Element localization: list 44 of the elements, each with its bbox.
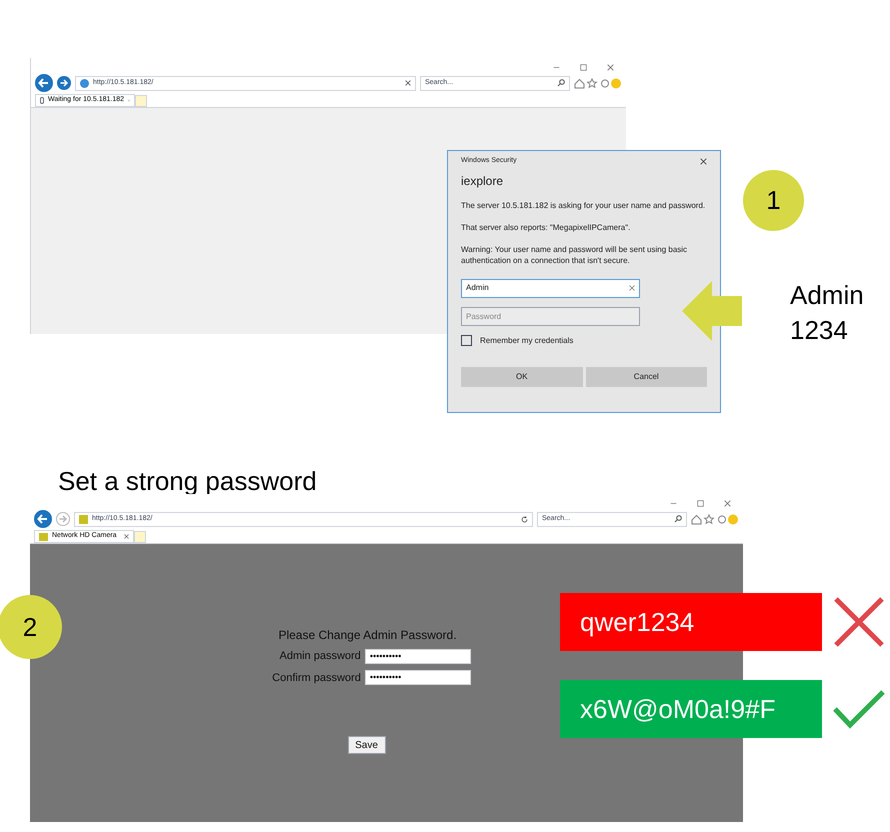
field-label: Confirm password <box>272 670 361 686</box>
credential-text: 1234 <box>790 314 849 347</box>
save-button[interactable]: Save <box>348 736 386 754</box>
username-field[interactable]: Admin <box>461 278 640 298</box>
refresh-icon[interactable] <box>521 516 528 522</box>
page-icon <box>80 78 89 88</box>
cross-icon <box>832 595 886 649</box>
form-title: Please Change Admin Password. <box>278 627 457 644</box>
field-label: Admin password <box>278 649 361 664</box>
checkbox-label: Remember my credentials <box>480 334 574 346</box>
forward-icon[interactable] <box>57 76 71 90</box>
credential-text: Admin <box>790 279 864 312</box>
password-field[interactable]: Password <box>461 306 640 326</box>
dialog-button[interactable]: OK <box>461 366 582 386</box>
close-icon[interactable] <box>607 64 614 70</box>
dialog-message: Warning: Your user name and password will be sent using basic authentication on a connection that isn't secure. <box>461 244 688 266</box>
close-tab-icon[interactable] <box>124 534 129 539</box>
step-number: 2 <box>0 595 62 659</box>
checkbox[interactable] <box>461 335 472 346</box>
password-example: qwer1234 <box>560 593 822 651</box>
maximize-icon[interactable] <box>697 500 704 506</box>
close-icon[interactable] <box>700 158 707 165</box>
password-field[interactable]: •••••••••• <box>364 670 471 686</box>
step-heading: Set a strong password <box>58 466 317 496</box>
app-name: iexplore <box>461 172 504 190</box>
clear-icon[interactable] <box>629 285 635 291</box>
search-icon[interactable] <box>557 79 565 87</box>
close-icon[interactable] <box>724 500 731 506</box>
toolbar-icons-drawing[interactable] <box>574 78 622 88</box>
step-number: 1 <box>743 170 804 231</box>
left-arrow-icon <box>682 281 742 341</box>
search-icon[interactable] <box>674 515 682 523</box>
maximize-icon[interactable] <box>580 64 587 70</box>
dialog-button[interactable]: Cancel <box>586 366 707 386</box>
password-field[interactable]: •••••••••• <box>364 648 471 664</box>
dialog-message: That server also reports: "MegapixelIPCamera". <box>461 222 632 232</box>
password-example: x6W@oM0a!9#F <box>560 680 822 738</box>
toolbar-icons-drawing[interactable] <box>691 514 739 524</box>
stop-icon[interactable] <box>405 80 411 86</box>
dialog-message: The server 10.5.181.182 is asking for your user name and password. <box>461 200 706 210</box>
checkmark-icon <box>832 689 886 729</box>
back-icon[interactable] <box>35 74 53 92</box>
back-icon[interactable] <box>34 510 52 528</box>
page-icon <box>79 514 88 524</box>
